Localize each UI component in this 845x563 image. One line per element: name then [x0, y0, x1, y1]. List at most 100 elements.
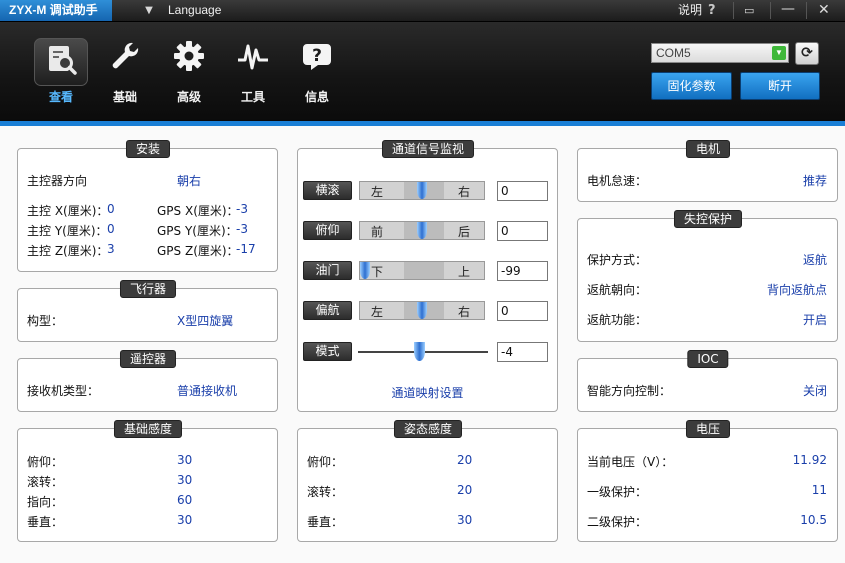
channel-throttle-right-label: 上: [457, 265, 470, 279]
aircraft-type-value: X型四旋翼: [177, 314, 234, 328]
tool-info-button[interactable]: ? 信息: [289, 36, 345, 108]
message-icon[interactable]: ▭: [744, 0, 754, 21]
base-gain-panel: 基础感度 俯仰： 30 滚转： 30 指向： 60 垂直： 30: [17, 420, 278, 542]
channel-pitch-value[interactable]: 0: [497, 221, 548, 241]
channel-throttle-center: [404, 262, 444, 279]
com-port-value: COM5: [656, 46, 691, 60]
failsafe-panel: 失控保护 保护方式： 返航 返航朝向： 背向返航点 返航功能： 开启: [577, 210, 838, 342]
channel-throttle-indicator: [360, 262, 370, 279]
tool-info-label: 信息: [304, 90, 329, 104]
language-dropdown-icon[interactable]: ▼: [142, 4, 156, 18]
attitude-vertical-label: 垂直：: [307, 515, 344, 529]
failsafe-mode-label: 保护方式：: [587, 253, 648, 267]
main-z-value: 3: [107, 242, 115, 256]
channel-yaw-name: 偏航: [303, 301, 352, 320]
disconnect-button[interactable]: 断开: [740, 72, 820, 100]
failsafe-heading-label: 返航朝向：: [587, 283, 648, 297]
gps-z-label: GPS Z(厘米)：: [157, 244, 239, 258]
channel-monitor-title: 通道信号监视: [381, 140, 475, 158]
help-link[interactable]: 说明: [678, 0, 702, 21]
gps-y-value: -3: [236, 222, 248, 236]
tool-basic-label: 基础: [112, 90, 137, 104]
level1-protect-label: 一级保护：: [587, 485, 648, 499]
main-y-value: 0: [107, 222, 115, 236]
level2-protect-label: 二级保护：: [587, 515, 648, 529]
base-gain-title: 基础感度: [113, 420, 183, 438]
wrench-icon: [112, 42, 139, 69]
close-icon[interactable]: ✕: [818, 0, 830, 21]
remote-panel: 遥控器 接收机类型： 普通接收机: [17, 350, 278, 412]
base-pitch-value: 30: [177, 453, 193, 467]
aircraft-type-label: 构型：: [27, 314, 64, 328]
titlebar-divider: [733, 2, 734, 19]
base-yaw-value: 60: [177, 493, 193, 507]
channel-throttle-value[interactable]: -99: [497, 261, 548, 281]
channel-monitor-panel: 通道信号监视 横滚 左 右 0 俯仰 前 后 0 油门 下 上 -99 偏航 左…: [297, 140, 558, 412]
install-title: 安装: [125, 140, 171, 158]
motor-idle-value: 推荐: [802, 174, 827, 188]
minimize-icon[interactable]: —: [781, 0, 795, 18]
base-vertical-value: 30: [177, 513, 193, 527]
svg-text:?: ?: [312, 46, 322, 66]
channel-yaw-indicator: [417, 302, 427, 319]
tool-view-button[interactable]: 查看: [33, 36, 89, 108]
failsafe-heading-value: 背向返航点: [766, 283, 827, 297]
app-window: ZYX-M 调试助手 ▼ Language 说明 ? ▭ — ✕ 查看 基础 高…: [0, 0, 845, 563]
pulse-icon: [238, 44, 268, 70]
install-panel: 安装 主控器方向 朝右 主控 X(厘米)： 0 GPS X(厘米)： -3 主控…: [17, 140, 278, 272]
channel-yaw-value[interactable]: 0: [497, 301, 548, 321]
level1-protect-value: 11: [811, 483, 827, 497]
attitude-vertical-value: 30: [457, 513, 473, 527]
orientation-label: 主控器方向: [27, 174, 88, 188]
base-vertical-label: 垂直：: [27, 515, 64, 529]
gps-x-label: GPS X(厘米)：: [157, 204, 239, 218]
main-y-label: 主控 Y(厘米)：: [27, 224, 108, 238]
channel-roll-right-label: 右: [457, 185, 470, 199]
language-menu[interactable]: Language: [168, 0, 221, 21]
gps-x-value: -3: [236, 202, 248, 216]
title-bar: ZYX-M 调试助手 ▼ Language 说明 ? ▭ — ✕: [0, 0, 845, 22]
current-voltage-value: 11.92: [792, 453, 827, 467]
refresh-button[interactable]: ⟳: [795, 42, 819, 65]
channel-pitch-bar: 前 后: [359, 221, 485, 240]
save-params-button[interactable]: 固化参数: [651, 72, 732, 100]
titlebar-divider: [806, 2, 807, 19]
channel-roll-indicator: [417, 182, 427, 199]
voltage-title: 电压: [685, 420, 731, 438]
aircraft-title: 飞行器: [119, 280, 177, 298]
channel-yaw-right-label: 右: [457, 305, 470, 319]
channel-pitch-indicator: [417, 222, 427, 239]
tool-advanced-button[interactable]: 高级: [161, 36, 217, 108]
attitude-roll-value: 20: [457, 483, 473, 497]
tool-tools-button[interactable]: 工具: [225, 36, 281, 108]
ioc-value: 关闭: [802, 384, 827, 398]
com-port-select[interactable]: COM5 ▼: [651, 43, 789, 63]
attitude-pitch-value: 20: [457, 453, 473, 467]
question-icon[interactable]: ?: [708, 0, 716, 21]
remote-title: 遥控器: [119, 350, 177, 368]
titlebar-divider: [770, 2, 771, 19]
info-icon: ?: [303, 44, 331, 70]
level2-protect-value: 10.5: [800, 513, 827, 527]
tool-view-label: 查看: [48, 90, 73, 104]
channel-roll-value[interactable]: 0: [497, 181, 548, 201]
tool-basic-button[interactable]: 基础: [97, 36, 153, 108]
ioc-title: IOC: [687, 350, 729, 368]
attitude-roll-label: 滚转：: [307, 485, 344, 499]
chevron-down-icon[interactable]: ▼: [772, 46, 786, 60]
channel-roll-name: 横滚: [303, 181, 352, 200]
channel-mode-value[interactable]: -4: [497, 342, 548, 362]
motor-title: 电机: [685, 140, 731, 158]
current-voltage-label: 当前电压（V）：: [587, 455, 674, 469]
base-roll-label: 滚转：: [27, 475, 64, 489]
failsafe-rth-label: 返航功能：: [587, 313, 648, 327]
main-toolbar: 查看 基础 高级 工具 ? 信息 COM5 ▼ ⟳ 固化参数 断开: [0, 22, 845, 121]
attitude-pitch-label: 俯仰：: [307, 455, 344, 469]
channel-pitch-name: 俯仰: [303, 221, 352, 240]
channel-throttle-left-label: 下: [371, 265, 384, 279]
receiver-type-label: 接收机类型：: [27, 384, 100, 398]
channel-mapping-link[interactable]: 通道映射设置: [298, 384, 557, 401]
motor-panel: 电机 电机怠速： 推荐: [577, 140, 838, 202]
receiver-type-value: 普通接收机: [177, 384, 238, 398]
channel-yaw-left-label: 左: [371, 305, 384, 319]
